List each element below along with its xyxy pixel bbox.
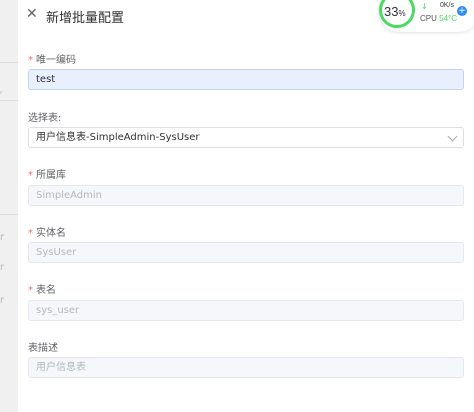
drawer-panel: ✕ 新增批量配置 * 唯一编码 test 选择表: 用户信息表-SimpleAdm… bbox=[18, 0, 474, 412]
background-text-fragment: r bbox=[0, 262, 5, 273]
entity-name-value: SysUser bbox=[36, 247, 77, 258]
network-speed: 0K/s bbox=[440, 2, 455, 9]
background-text-fragment: r bbox=[0, 295, 5, 306]
table-desc-label: 表描述 bbox=[28, 343, 58, 354]
unique-code-input[interactable]: test bbox=[28, 69, 464, 90]
background-page: ᵣ r r r bbox=[0, 0, 19, 412]
background-text-fragment: r bbox=[0, 232, 5, 243]
plus-icon[interactable]: + bbox=[457, 6, 467, 16]
table-desc-input: 用户信息表 bbox=[28, 357, 464, 378]
entity-name-input: SysUser bbox=[28, 242, 464, 263]
table-name-label: * 表名 bbox=[28, 285, 56, 296]
unique-code-label: * 唯一编码 bbox=[28, 55, 76, 66]
required-marker: * bbox=[28, 170, 33, 181]
table-name-value: sys_user bbox=[36, 305, 80, 316]
cpu-temp: CPU 54°C bbox=[420, 14, 457, 23]
library-label: * 所属库 bbox=[28, 170, 66, 181]
table-select-value: 用户信息表-SimpleAdmin-SysUser bbox=[36, 132, 200, 143]
close-icon[interactable]: ✕ bbox=[26, 6, 38, 22]
background-divider bbox=[0, 100, 18, 101]
required-marker: * bbox=[28, 55, 33, 66]
usage-percent: 33% bbox=[384, 4, 406, 19]
required-marker: * bbox=[28, 228, 33, 239]
table-name-input: sys_user bbox=[28, 300, 464, 321]
library-input: SimpleAdmin bbox=[28, 185, 464, 206]
background-divider bbox=[0, 62, 18, 63]
background-divider bbox=[0, 214, 18, 215]
library-value: SimpleAdmin bbox=[36, 190, 103, 201]
entity-name-label: * 实体名 bbox=[28, 228, 66, 239]
drawer-title: 新增批量配置 bbox=[46, 11, 125, 26]
required-marker: * bbox=[28, 285, 33, 296]
chevron-down-icon bbox=[447, 131, 458, 142]
table-select[interactable]: 用户信息表-SimpleAdmin-SysUser bbox=[28, 127, 464, 148]
table-desc-value: 用户信息表 bbox=[36, 362, 86, 373]
download-arrow-icon: ↓ bbox=[421, 2, 428, 11]
unique-code-value: test bbox=[36, 74, 56, 85]
table-select-label: 选择表: bbox=[28, 113, 62, 124]
system-monitor-widget[interactable]: 33% ↓ 0K/s CPU 54°C + bbox=[379, 0, 474, 32]
background-text-fragment: ᵣ bbox=[0, 86, 3, 97]
